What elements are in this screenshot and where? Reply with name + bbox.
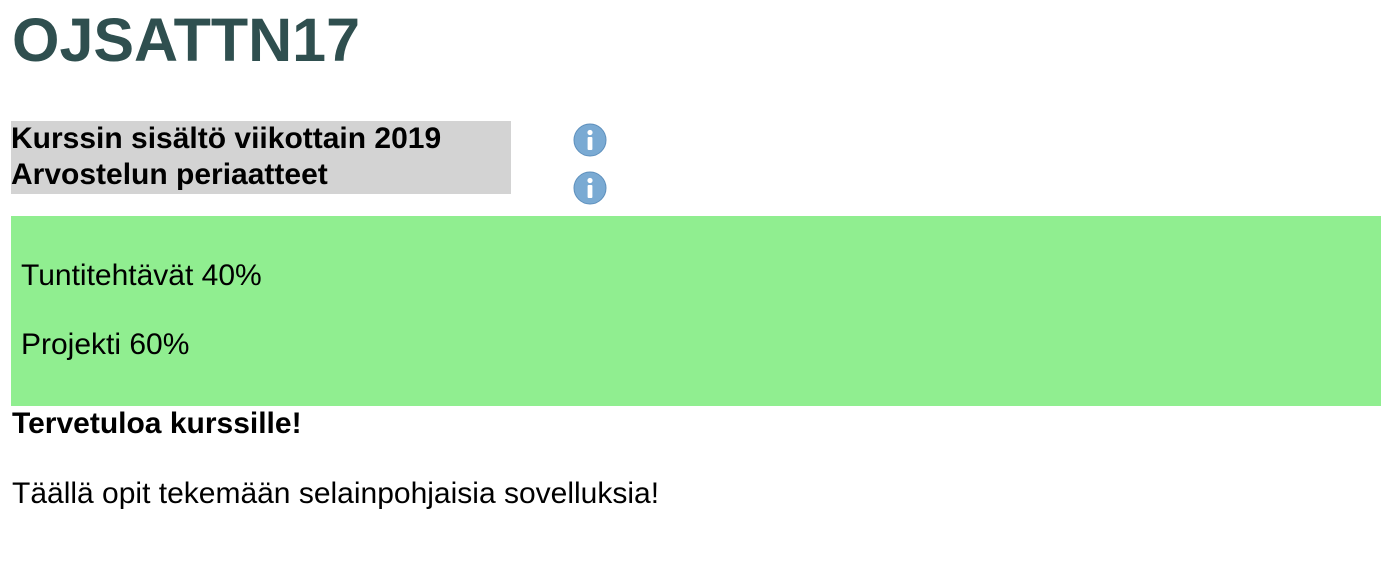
info-icon[interactable] — [573, 123, 607, 157]
welcome-heading: Tervetuloa kurssille! — [12, 407, 302, 440]
grading-exercises: Tuntitehtävät 40% — [21, 259, 262, 292]
grading-project: Projekti 60% — [21, 328, 190, 361]
course-menu: Kurssin sisältö viikottain 2019 Arvostel… — [11, 121, 511, 194]
welcome-text: Täällä opit tekemään selainpohjaisia sov… — [12, 477, 660, 510]
menu-item-grading-principles[interactable]: Arvostelun periaatteet — [11, 157, 328, 193]
menu-item-weekly-content[interactable]: Kurssin sisältö viikottain 2019 — [11, 121, 441, 157]
info-icon[interactable] — [573, 171, 607, 205]
grading-panel: Tuntitehtävät 40% Projekti 60% — [11, 216, 1381, 406]
page-title: OJSATTN17 — [12, 6, 361, 74]
